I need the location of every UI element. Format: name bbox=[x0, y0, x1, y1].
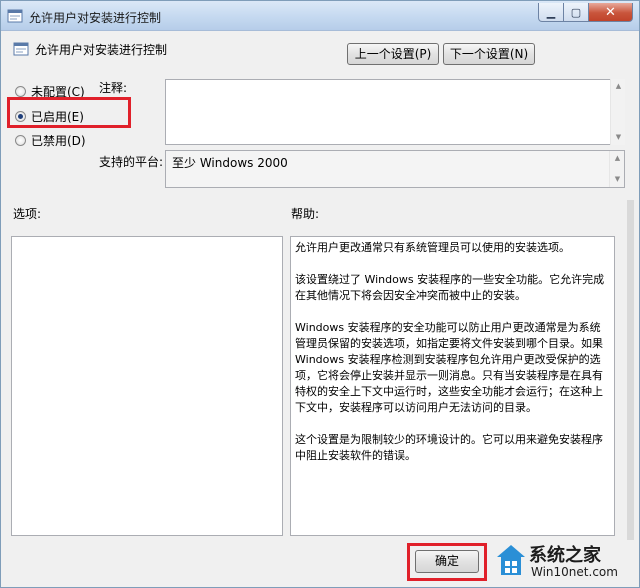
help-label: 帮助: bbox=[291, 207, 320, 221]
title-bar[interactable]: 允许用户对安装进行控制 ▁ ▢ ✕ bbox=[1, 1, 639, 31]
radio-disabled[interactable]: 已禁用(D) bbox=[15, 132, 86, 149]
watermark-site: Win10net.com bbox=[531, 565, 618, 579]
previous-setting-button[interactable]: 上一个设置(P) bbox=[347, 43, 439, 65]
policy-icon bbox=[7, 9, 23, 23]
help-paragraph: 该设置绕过了 Windows 安装程序的一些安全功能。它允许完成在其他情况下将会… bbox=[295, 273, 605, 302]
radio-label: 已禁用(D) bbox=[31, 134, 86, 148]
enabled-highlight-annotation bbox=[7, 97, 131, 128]
watermark: 系统之家 Win10net.com bbox=[489, 537, 639, 587]
dialog-scrollbar[interactable] bbox=[627, 200, 634, 540]
platform-label: 支持的平台: bbox=[99, 155, 164, 169]
policy-title: 允许用户对安装进行控制 bbox=[35, 43, 168, 57]
help-paragraph: Windows 安装程序的安全功能可以防止用户更改通常是为系统管理员保留的安装选… bbox=[295, 321, 603, 414]
help-panel[interactable]: 允许用户更改通常只有系统管理员可以使用的安装选项。 该设置绕过了 Windows… bbox=[290, 236, 615, 536]
minimize-icon: ▁ bbox=[546, 5, 556, 19]
ok-button[interactable]: 确定 bbox=[415, 550, 479, 573]
comment-textarea[interactable] bbox=[165, 79, 625, 145]
window-controls: ▁ ▢ ✕ bbox=[538, 3, 633, 22]
options-label: 选项: bbox=[13, 207, 42, 221]
comment-label: 注释: bbox=[99, 81, 128, 95]
minimize-button[interactable]: ▁ bbox=[538, 3, 564, 22]
policy-dialog: 允许用户对安装进行控制 ▁ ▢ ✕ 允许用户对安装进行控制 上一个设置(P) 下… bbox=[0, 0, 640, 588]
options-panel[interactable] bbox=[11, 236, 283, 536]
next-setting-button[interactable]: 下一个设置(N) bbox=[443, 43, 535, 65]
platform-field: 至少 Windows 2000 ▲ ▼ bbox=[165, 150, 625, 188]
house-logo-icon bbox=[497, 545, 525, 575]
platform-scrollbar[interactable]: ▲ ▼ bbox=[609, 151, 624, 187]
scroll-up-icon[interactable]: ▲ bbox=[610, 151, 625, 166]
close-button[interactable]: ✕ bbox=[589, 3, 633, 22]
platform-value: 至少 Windows 2000 bbox=[172, 156, 288, 170]
radio-circle[interactable] bbox=[15, 86, 26, 97]
policy-icon bbox=[13, 42, 29, 56]
help-paragraph: 这个设置是为限制较少的环境设计的。它可以用来避免安装程序中阻止安装软件的错误。 bbox=[295, 433, 603, 462]
help-paragraph: 允许用户更改通常只有系统管理员可以使用的安装选项。 bbox=[295, 241, 570, 254]
scroll-down-icon[interactable]: ▼ bbox=[610, 172, 625, 187]
watermark-brand: 系统之家 bbox=[529, 545, 601, 566]
maximize-icon: ▢ bbox=[570, 5, 582, 19]
maximize-button[interactable]: ▢ bbox=[564, 3, 589, 22]
radio-circle[interactable] bbox=[15, 135, 26, 146]
close-icon: ✕ bbox=[605, 4, 616, 20]
window-title: 允许用户对安装进行控制 bbox=[29, 11, 162, 25]
